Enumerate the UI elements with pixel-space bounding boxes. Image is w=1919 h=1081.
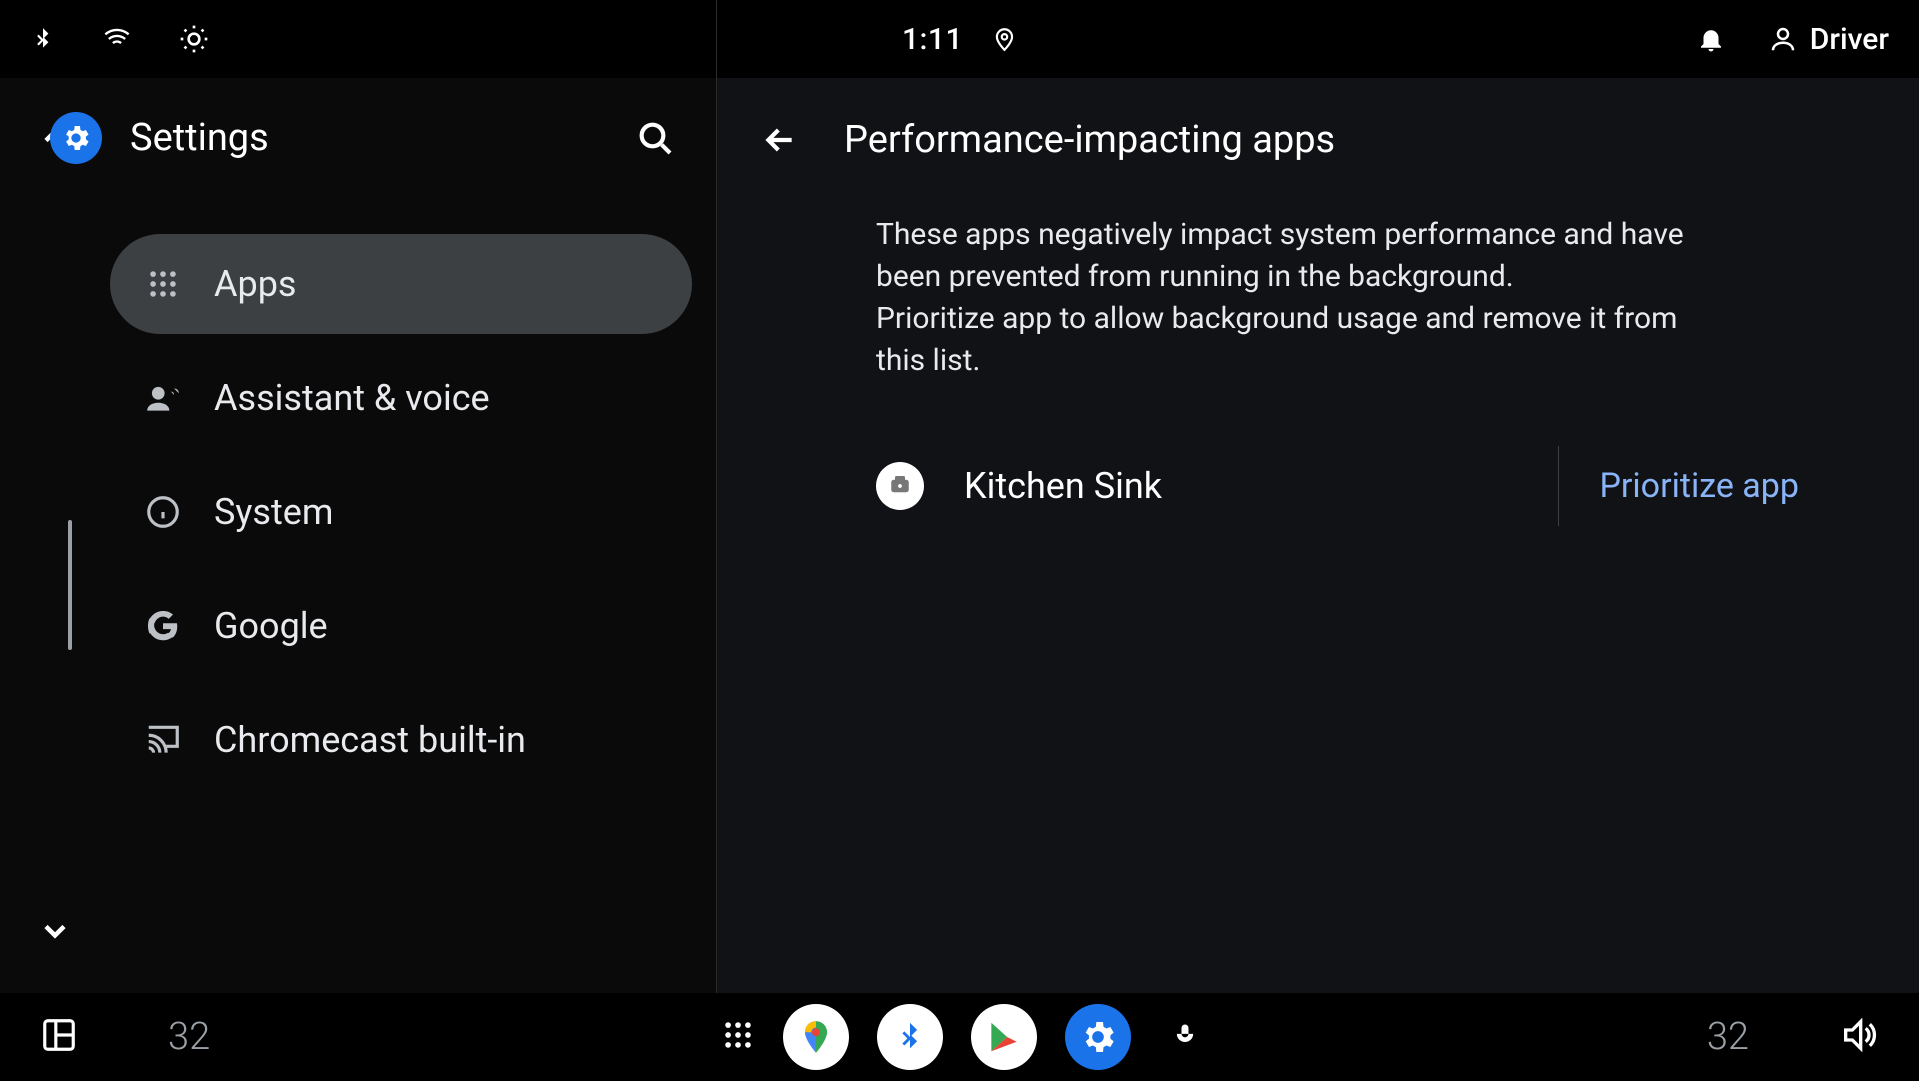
sidebar-item-label: Assistant & voice <box>214 377 490 419</box>
app-icon <box>876 462 924 510</box>
assistant-icon <box>142 377 184 419</box>
google-icon <box>142 605 184 647</box>
detail-pane: Performance-impacting apps These apps ne… <box>716 78 1919 993</box>
dock-play-button[interactable] <box>971 1004 1037 1070</box>
status-right: Driver <box>1696 22 1889 57</box>
microphone-icon <box>1171 1017 1199 1053</box>
temp-left[interactable]: 32 <box>168 1015 210 1059</box>
temp-right[interactable]: 32 <box>1707 1015 1749 1059</box>
dashboard-button[interactable] <box>40 1016 78 1058</box>
notifications-icon[interactable] <box>1696 22 1726 56</box>
play-store-icon <box>985 1018 1023 1056</box>
sidebar-header: Settings <box>30 102 692 194</box>
cast-icon <box>142 719 184 761</box>
main: Settings Apps <box>0 78 1919 993</box>
sidebar-item-assistant[interactable]: Assistant & voice <box>110 348 692 448</box>
search-button[interactable] <box>630 113 680 163</box>
dock-maps-button[interactable] <box>783 1004 849 1070</box>
bottom-right: 32 <box>1707 1015 1879 1059</box>
detail-description: These apps negatively impact system perf… <box>756 194 1859 422</box>
gear-icon <box>1078 1017 1118 1057</box>
sidebar-content: Settings Apps <box>110 78 716 993</box>
detail-header: Performance-impacting apps <box>756 108 1859 194</box>
dock-bluetooth-button[interactable] <box>877 1004 943 1070</box>
sidebar: Settings Apps <box>0 78 716 993</box>
sidebar-item-apps[interactable]: Apps <box>110 234 692 334</box>
volume-button[interactable] <box>1839 1015 1879 1059</box>
menu-list: Apps Assistant & voice System <box>110 234 692 790</box>
user-label: Driver <box>1810 22 1889 57</box>
location-icon[interactable] <box>991 22 1017 56</box>
search-icon <box>635 118 675 158</box>
apps-grid-icon <box>721 1018 755 1052</box>
sidebar-item-chromecast[interactable]: Chromecast built-in <box>110 690 692 790</box>
volume-icon <box>1839 1015 1879 1055</box>
sidebar-item-label: Google <box>214 605 328 647</box>
scroll-down-button[interactable] <box>37 913 73 953</box>
dock <box>721 1004 1199 1070</box>
clock: 1:11 <box>902 22 963 57</box>
detail-title: Performance-impacting apps <box>844 118 1335 162</box>
gear-icon <box>60 122 92 154</box>
app-info[interactable]: Kitchen Sink <box>876 462 1518 510</box>
app-name: Kitchen Sink <box>964 465 1162 507</box>
back-button[interactable] <box>756 116 804 164</box>
chevron-down-icon <box>37 913 73 949</box>
sidebar-title: Settings <box>130 116 269 160</box>
apps-grid-icon <box>142 263 184 305</box>
sidebar-scrollbar[interactable] <box>68 520 72 650</box>
bluetooth-icon[interactable] <box>30 22 56 56</box>
prioritize-button[interactable]: Prioritize app <box>1599 466 1859 506</box>
app-launcher-button[interactable] <box>721 1018 755 1056</box>
sidebar-item-label: Chromecast built-in <box>214 719 526 761</box>
sidebar-item-label: System <box>214 491 333 533</box>
app-row: Kitchen Sink Prioritize app <box>756 422 1859 550</box>
user-icon <box>1768 24 1798 54</box>
status-left <box>30 22 210 56</box>
sidebar-item-label: Apps <box>214 263 297 305</box>
dashboard-icon <box>40 1016 78 1054</box>
brightness-icon[interactable] <box>178 23 210 55</box>
bottom-left: 32 <box>40 1015 210 1059</box>
status-center: 1:11 <box>902 22 1017 57</box>
mic-button[interactable] <box>1171 1017 1199 1057</box>
bottom-bar: 32 32 <box>0 993 1919 1081</box>
dock-settings-button[interactable] <box>1065 1004 1131 1070</box>
bluetooth-icon <box>893 1016 927 1058</box>
user-chip[interactable]: Driver <box>1768 22 1889 57</box>
arrow-left-icon <box>760 120 800 160</box>
sidebar-item-google[interactable]: Google <box>110 576 692 676</box>
wifi-icon[interactable] <box>100 25 134 53</box>
info-icon <box>142 491 184 533</box>
status-bar: 1:11 Driver <box>0 0 1919 78</box>
pane-divider <box>716 0 717 1081</box>
nav-arrows <box>0 78 110 993</box>
screen: 1:11 Driver <box>0 0 1919 1081</box>
settings-badge <box>50 112 102 164</box>
sidebar-item-system[interactable]: System <box>110 462 692 562</box>
maps-icon <box>797 1018 835 1056</box>
app-row-divider <box>1558 446 1559 526</box>
